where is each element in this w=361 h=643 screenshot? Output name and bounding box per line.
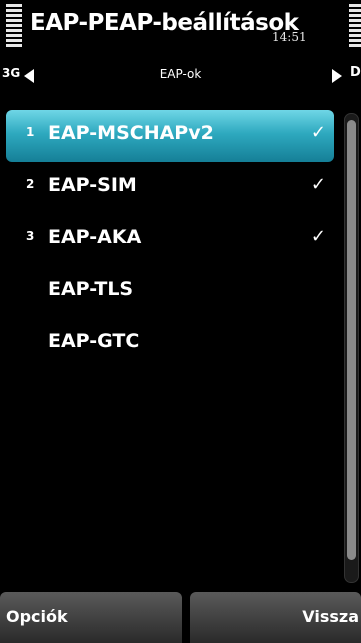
list-item-eap-aka[interactable]: 3 EAP-AKA ✓ [6,214,334,266]
options-button[interactable]: Opciók [0,592,182,643]
checkmark-icon: ✓ [310,226,326,247]
signal-strength-icon [6,4,22,52]
list-item-eap-gtc[interactable]: EAP-GTC [6,318,334,370]
checkmark-icon: ✓ [310,174,326,195]
page-title: EAP-PEAP-beállítások [30,10,299,36]
status-bar: EAP-PEAP-beállítások 14:51 [0,0,361,58]
list-item-label: EAP-AKA [48,226,142,248]
list-item-label: EAP-TLS [48,278,134,300]
clock: 14:51 [272,30,307,44]
next-tab-label: D [350,65,361,80]
list-item-eap-sim[interactable]: 2 EAP-SIM ✓ [6,162,334,214]
softkey-bar: Opciók Vissza [0,592,361,643]
list-item-label: EAP-GTC [48,330,140,352]
eap-list: 1 EAP-MSCHAPv2 ✓ 2 EAP-SIM ✓ 3 EAP-AKA ✓… [0,110,340,370]
battery-icon [349,4,361,52]
priority-number: 3 [26,229,35,243]
list-item-label: EAP-SIM [48,174,137,196]
options-label: Opciók [6,607,68,626]
scrollbar[interactable] [344,113,359,583]
back-button[interactable]: Vissza [190,592,361,643]
next-tab-arrow-icon[interactable] [332,69,342,83]
tab-title: EAP-ok [159,67,202,81]
tab-navigation: 3G EAP-ok D [0,58,361,92]
list-item-eap-tls[interactable]: EAP-TLS [6,266,334,318]
list-item-eap-mschapv2[interactable]: 1 EAP-MSCHAPv2 ✓ [6,110,334,162]
priority-number: 1 [26,125,35,139]
list-item-label: EAP-MSCHAPv2 [48,122,214,144]
scrollbar-thumb[interactable] [347,120,356,560]
back-label: Vissza [302,607,359,626]
priority-number: 2 [26,177,35,191]
checkmark-icon: ✓ [310,122,326,143]
